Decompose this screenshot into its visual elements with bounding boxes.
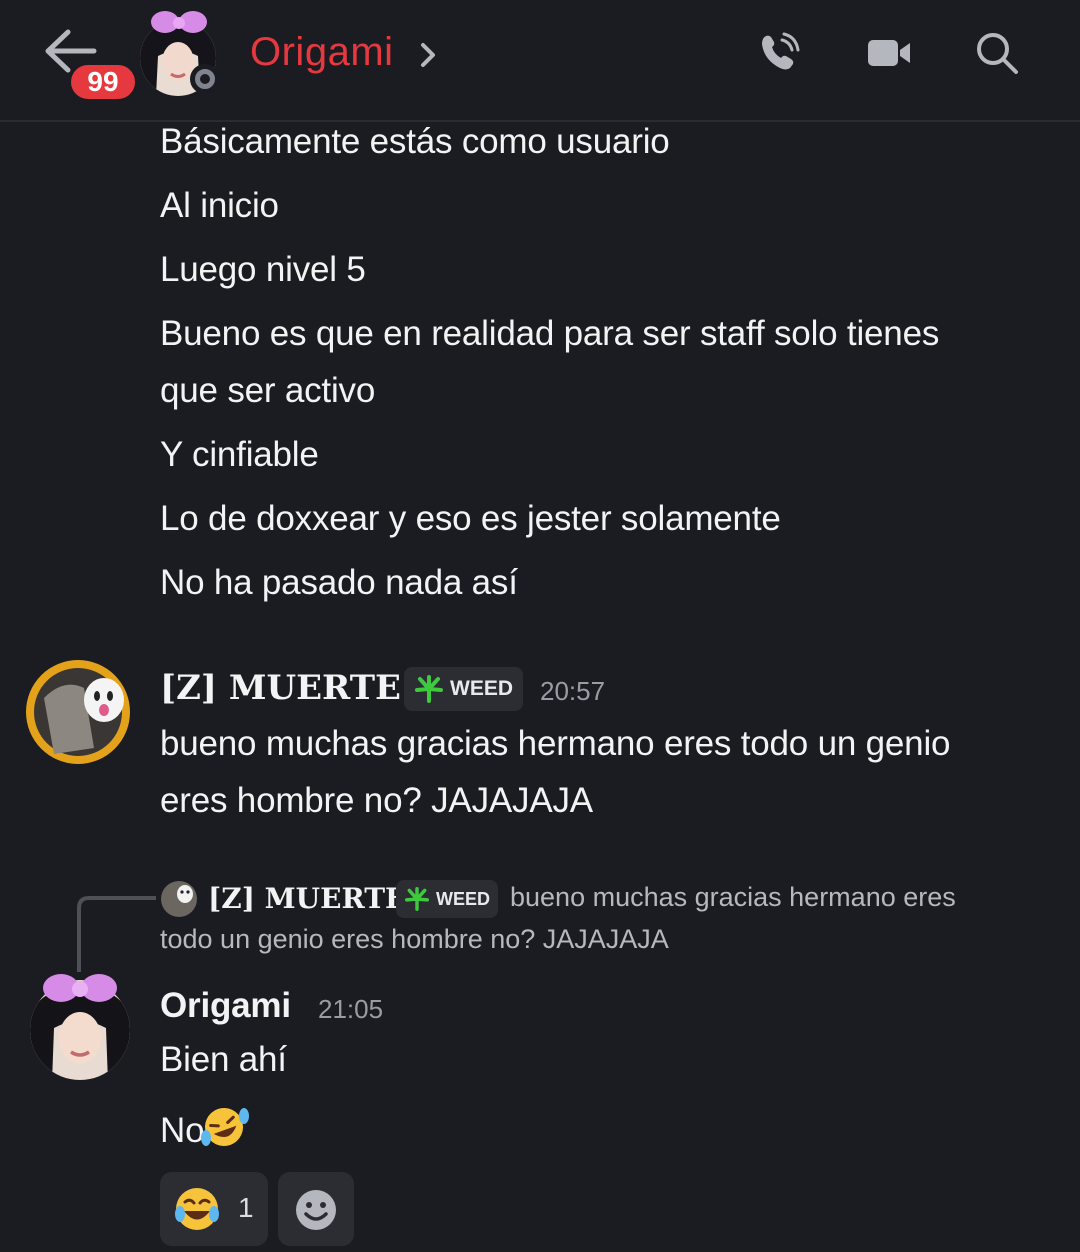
message-line: Luego nivel 5	[160, 250, 366, 289]
message-line: Y cinfiable	[160, 435, 319, 474]
add-reaction-icon	[296, 1190, 336, 1230]
timestamp: 21:05	[318, 994, 384, 1024]
phone-call-icon[interactable]	[756, 30, 802, 76]
reaction-count: 1	[238, 1192, 254, 1223]
avatar[interactable]	[26, 966, 134, 1082]
avatar[interactable]	[24, 658, 132, 766]
chevron-right-icon[interactable]	[418, 40, 438, 70]
message-line: que ser activo	[160, 371, 376, 410]
role-tag-label: WEED	[450, 677, 513, 700]
role-tag: WEED	[396, 880, 498, 918]
video-camera-icon[interactable]	[866, 30, 912, 76]
leaf-icon	[415, 675, 443, 703]
message-line: eres hombre no? JAJAJAJA	[160, 781, 593, 820]
reply-avatar	[161, 881, 197, 917]
reply-username[interactable]: [Z] MUERTE	[208, 882, 406, 915]
channel-title[interactable]: Origami	[250, 30, 394, 75]
search-icon[interactable]	[974, 30, 1020, 76]
unread-badge: 99	[68, 62, 138, 102]
reply-connector	[77, 896, 156, 972]
leaf-icon	[405, 887, 430, 911]
reaction-button[interactable]: 1	[160, 1172, 268, 1246]
username[interactable]: [Z] MUERTE	[160, 668, 401, 708]
reply-preview[interactable]: bueno muchas gracias hermano eres	[510, 882, 956, 913]
joy-emoji-icon	[175, 1188, 219, 1230]
message-line: Bien ahí	[160, 1040, 287, 1079]
reply-preview[interactable]: todo un genio eres hombre no? JAJAJAJA	[160, 924, 669, 955]
timestamp: 20:57	[540, 676, 606, 706]
message-line: No ha pasado nada así	[160, 563, 518, 602]
role-tag: WEED	[404, 667, 523, 711]
message-line: Básicamente estás como usuario	[160, 122, 670, 161]
message-line: Lo de doxxear y eso es jester solamente	[160, 499, 781, 538]
message-line: Al inicio	[160, 186, 279, 225]
username[interactable]: Origami	[160, 986, 291, 1026]
message-line: bueno muchas gracias hermano eres todo u…	[160, 724, 951, 763]
role-tag-label: WEED	[436, 888, 490, 909]
channel-header: 99 Origami	[0, 0, 1080, 122]
status-indicator	[190, 64, 220, 94]
add-reaction-button[interactable]	[278, 1172, 354, 1246]
message-line: Bueno es que en realidad para ser staff …	[160, 314, 940, 353]
message-line: No	[160, 1104, 250, 1151]
rofl-emoji-icon	[201, 1108, 250, 1146]
